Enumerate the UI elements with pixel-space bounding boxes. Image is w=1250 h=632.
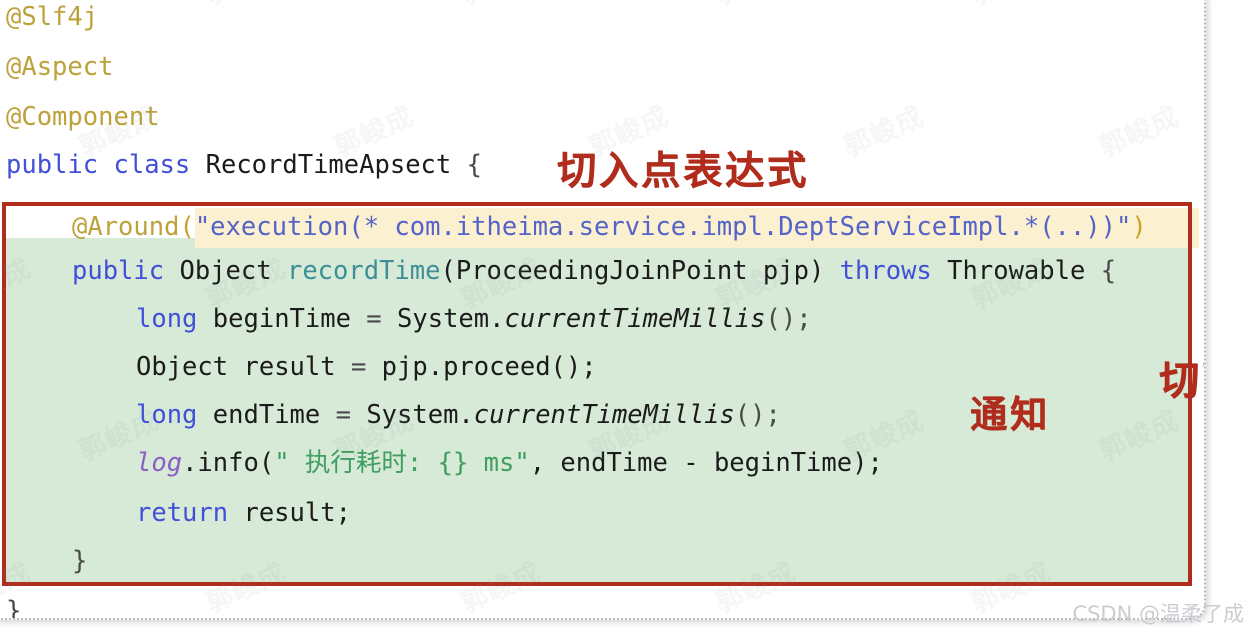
assignment-operator: = [350, 304, 398, 334]
annotation-aspect: @Aspect [6, 52, 114, 82]
code-line-8: Object result = pjp.proceed(); [136, 354, 597, 380]
assignment-operator: = [335, 352, 382, 382]
class-system: System. [397, 304, 505, 334]
brace-close: } [72, 546, 88, 576]
class-name: RecordTimeApsect [205, 150, 452, 180]
keyword-throws: throws [839, 256, 932, 286]
keyword-return: return [136, 498, 229, 528]
call-parens: (); [734, 400, 781, 430]
brace-open: { [466, 150, 482, 180]
brace-close: } [6, 596, 22, 620]
log-message-string: " 执行耗时: {} ms" [274, 448, 530, 478]
log-arguments: , endTime - beginTime); [529, 448, 883, 478]
pointcut-expression-string: "execution(* com.itheima.service.impl.De… [194, 212, 1132, 242]
code-line-13: } [6, 596, 22, 620]
call-parens: (); [765, 304, 812, 334]
variable-endtime: endTime [212, 400, 321, 430]
field-log: log [136, 448, 183, 478]
brace-open: { [1100, 256, 1117, 286]
annotation-slf4j: @Slf4j [6, 2, 99, 32]
method-parameters: (ProceedingJoinPoint pjp) [440, 256, 825, 286]
code-line-3: @Component [6, 104, 160, 130]
type-object: Object [136, 352, 229, 382]
annotation-component: @Component [6, 102, 160, 132]
code-line-10: log.info(" 执行耗时: {} ms", endTime - begin… [136, 450, 883, 476]
keyword-public: public [6, 150, 99, 180]
code-line-4: public class RecordTimeApsect { [6, 152, 482, 178]
return-type-object: Object [179, 256, 272, 286]
variable-begintime: beginTime [212, 304, 351, 334]
exception-throwable: Throwable [947, 256, 1086, 286]
method-currenttimemillis: currentTimeMillis [504, 304, 766, 334]
code-line-6: public Object recordTime(ProceedingJoinP… [72, 258, 1116, 284]
code-line-11: return result; [136, 500, 351, 526]
code-line-1: @Slf4j [6, 4, 98, 30]
code-surface: @Slf4j @Aspect @Component public class R… [2, 2, 1204, 620]
handwritten-annotation-aspect: 切面 [1159, 358, 1204, 404]
csdn-watermark: CSDN @温柔了成 [1072, 602, 1244, 626]
assignment-operator: = [320, 400, 367, 430]
keyword-long: long [136, 304, 198, 334]
keyword-long: long [136, 400, 198, 430]
method-info: .info( [182, 448, 275, 478]
method-currenttimemillis: currentTimeMillis [473, 400, 735, 430]
code-line-7: long beginTime = System.currentTimeMilli… [136, 306, 812, 332]
keyword-class: class [113, 150, 191, 180]
paren-close: ) [1131, 212, 1147, 242]
code-line-2: @Aspect [6, 54, 113, 80]
code-line-12: } [72, 548, 87, 574]
handwritten-annotation-advice: 通知 [970, 393, 1050, 436]
handwritten-annotation-pointcut: 切入点表达式 [557, 149, 810, 194]
variable-result: result [243, 352, 336, 382]
expression-pjp-proceed: pjp.proceed(); [381, 352, 597, 382]
code-line-5: @Around("execution(* com.itheima.service… [72, 214, 1147, 240]
paren-open: ( [179, 212, 195, 242]
method-name-recordtime: recordTime [286, 256, 441, 286]
code-snippet-card: 郭峻成郭峻成郭峻成郭峻成郭峻成郭峻成郭峻成郭峻成郭峻成郭峻成郭峻成郭峻成郭峻成郭… [0, 0, 1206, 620]
return-value: result; [228, 498, 351, 528]
annotation-around: @Around [72, 212, 180, 242]
code-line-9: long endTime = System.currentTimeMillis(… [136, 402, 781, 428]
class-system: System. [366, 400, 474, 430]
keyword-public: public [72, 256, 165, 286]
